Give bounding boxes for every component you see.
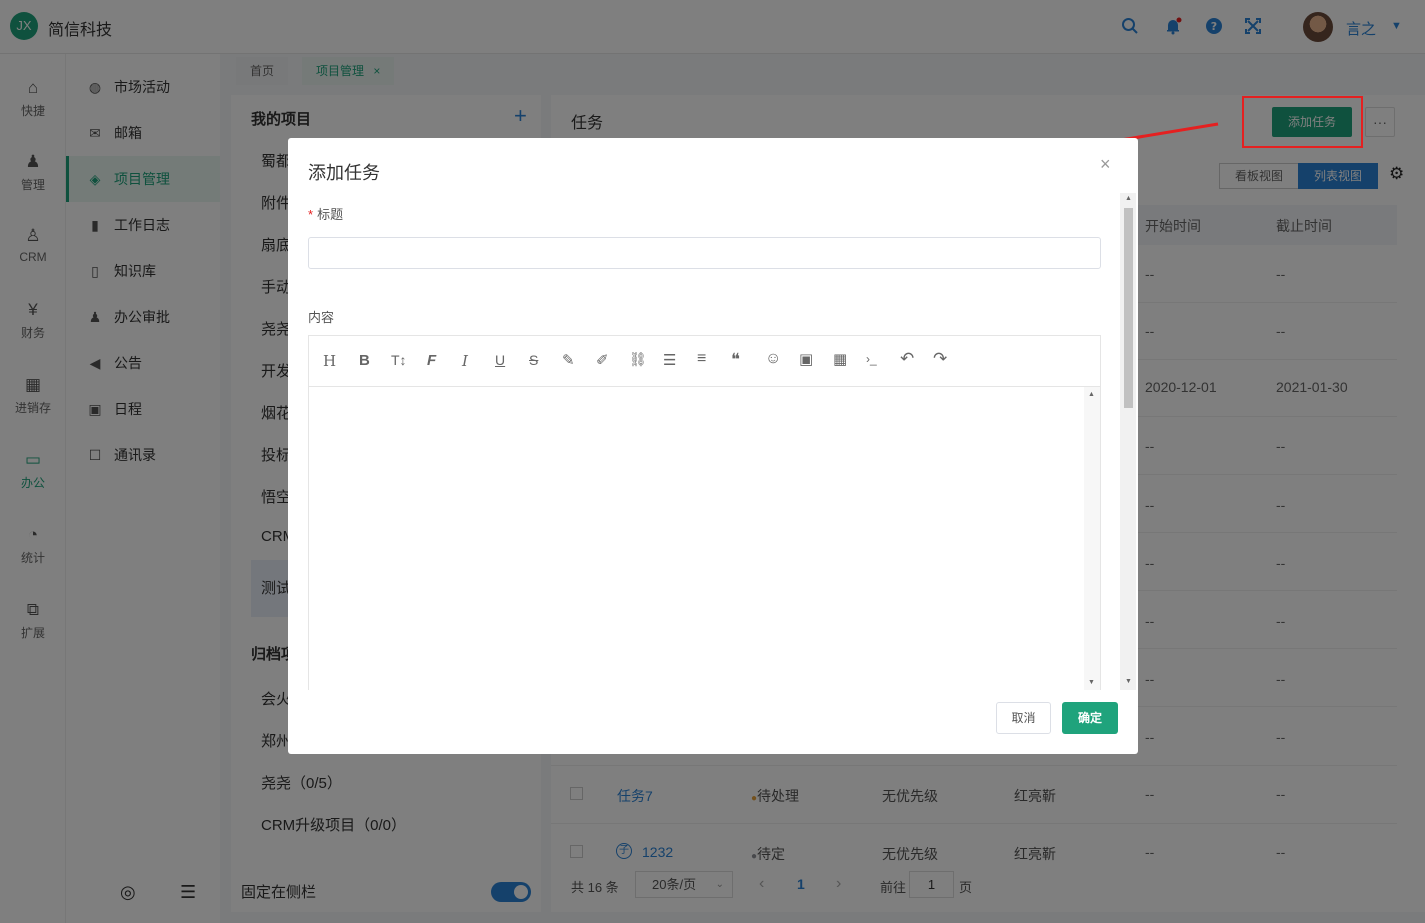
quote-icon[interactable]: ❝ [731, 350, 740, 370]
editor-content-area[interactable] [309, 387, 1084, 690]
cancel-button[interactable]: 取消 [996, 702, 1051, 734]
align-icon[interactable]: ≡ [697, 350, 706, 368]
font-size-icon[interactable]: T↕ [391, 352, 407, 368]
dialog-title: 添加任务 [308, 163, 380, 183]
dialog-scroll-down-arrow[interactable]: ▼ [1125, 678, 1132, 685]
undo-icon[interactable]: ↶ [900, 349, 914, 369]
table-icon[interactable]: ▦ [833, 350, 847, 368]
editor-scrollbar[interactable]: ▲ ▼ [1084, 387, 1100, 690]
image-icon[interactable]: ▣ [799, 350, 813, 368]
bold-icon[interactable]: B [359, 352, 370, 369]
link-icon[interactable]: ⛓ [629, 351, 647, 368]
scroll-down-arrow[interactable]: ▼ [1088, 679, 1095, 686]
redo-icon[interactable]: ↷ [933, 349, 947, 369]
close-icon[interactable]: × [1100, 154, 1111, 175]
underline-icon[interactable]: U [495, 352, 505, 368]
highlight-icon[interactable]: ✎ [562, 351, 575, 369]
brush-icon[interactable]: ✐ [596, 351, 609, 369]
heading-icon[interactable]: H [323, 352, 336, 370]
code-icon[interactable]: ›_ [866, 352, 877, 366]
title-field-label: * 标题 [308, 207, 344, 222]
italic-icon[interactable]: I [462, 352, 468, 370]
add-task-dialog: 添加任务 × * 标题 内容 H B T↕ F I U S ✎ ✐ ⛓ ☰ ≡ ❝… [288, 138, 1138, 754]
strikethrough-icon[interactable]: S [529, 352, 538, 368]
list-icon[interactable]: ☰ [663, 351, 676, 369]
emoji-icon[interactable]: ☺ [765, 350, 781, 368]
editor-toolbar: H B T↕ F I U S ✎ ✐ ⛓ ☰ ≡ ❝ ☺ ▣ ▦ ›_ ↶ ↷ [309, 336, 1100, 387]
rich-text-editor: H B T↕ F I U S ✎ ✐ ⛓ ☰ ≡ ❝ ☺ ▣ ▦ ›_ ↶ ↷ … [308, 335, 1101, 690]
dialog-scroll-up-arrow[interactable]: ▲ [1125, 195, 1132, 202]
font-family-icon[interactable]: F [427, 352, 436, 369]
content-field-label: 内容 [308, 310, 335, 325]
confirm-button[interactable]: 确定 [1062, 702, 1118, 734]
title-input[interactable] [308, 237, 1101, 269]
scroll-up-arrow[interactable]: ▲ [1088, 391, 1095, 398]
annotation-highlight-box [1242, 96, 1363, 148]
dialog-scrollbar-thumb[interactable] [1124, 208, 1133, 408]
